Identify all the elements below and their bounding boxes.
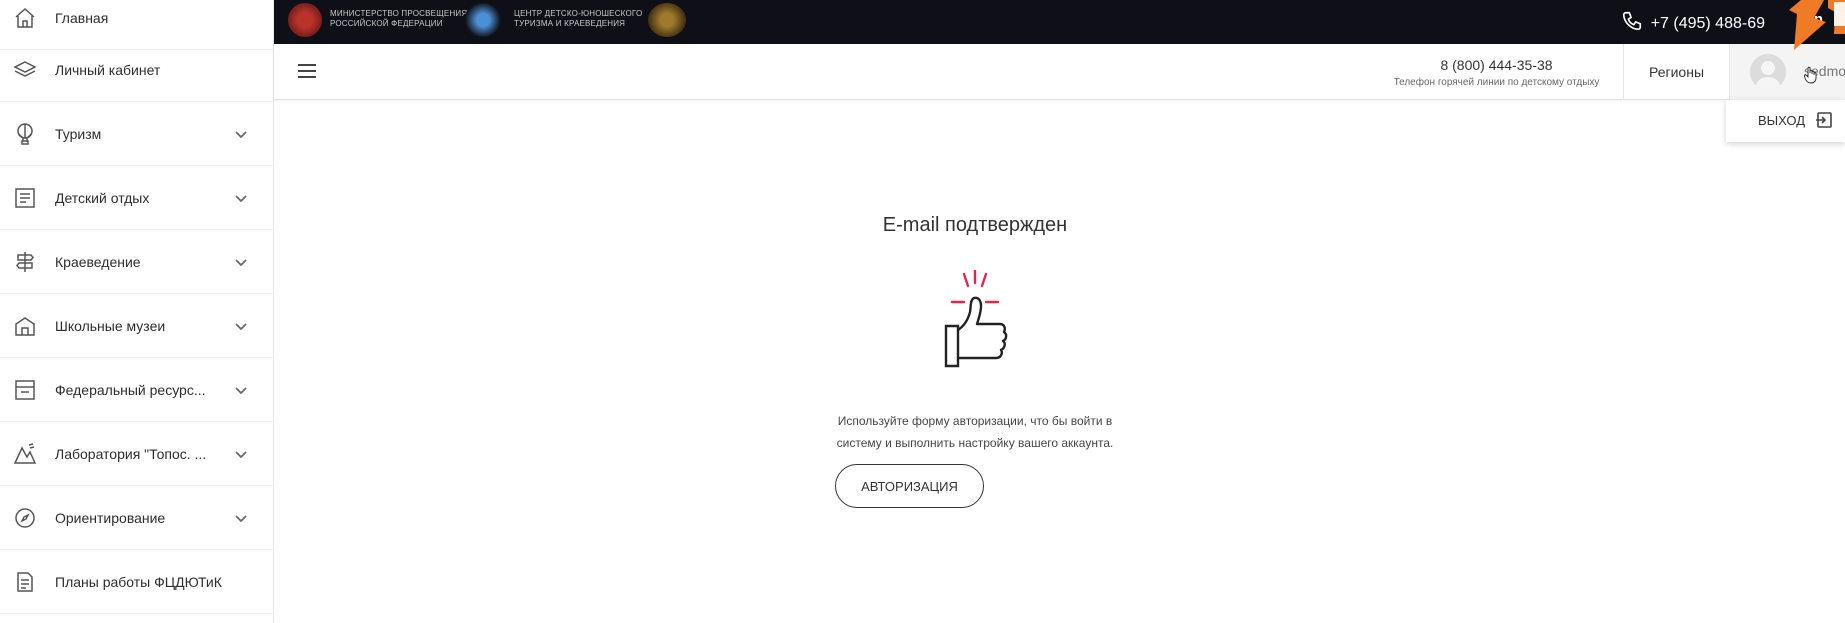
sidebar-item-label: Федеральный ресурс... — [55, 381, 206, 398]
hotline-number[interactable]: 8 (800) 444-35-38 — [1370, 57, 1623, 73]
logout-icon[interactable] — [1815, 111, 1833, 129]
sidebar-item-work-plans[interactable]: Планы работы ФЦДЮТиК — [0, 550, 274, 614]
ministry-logo-text[interactable]: Министерство просвещения Российской Феде… — [330, 9, 467, 29]
sidebar: Главная Личный кабинет Туризм Детский от… — [0, 0, 274, 623]
layers-icon — [13, 58, 37, 82]
sidebar-item-personal-account[interactable]: Личный кабинет — [0, 38, 274, 102]
sidebar-item-children-rest[interactable]: Детский отдых — [0, 166, 274, 230]
sidebar-item-local-history[interactable]: Краеведение — [0, 230, 274, 294]
mountain-icon — [13, 442, 37, 466]
sidebar-item-school-museums[interactable]: Школьные музеи — [0, 294, 274, 358]
user-silhouette-icon — [1755, 61, 1781, 90]
chevron-down-icon[interactable] — [233, 446, 249, 462]
chevron-down-icon[interactable] — [233, 190, 249, 206]
center-line1: Центр детско-юношеского — [514, 9, 643, 18]
hand-cursor-icon — [1804, 66, 1817, 84]
center-logo-text[interactable]: Центр детско-юношеского туризма и краеве… — [514, 9, 642, 29]
page-title: E-mail подтвержден — [882, 214, 1068, 236]
avatar[interactable] — [1750, 54, 1786, 90]
sidebar-item-label: Главная — [55, 9, 109, 26]
sidebar-item-label: Планы работы ФЦДЮТиК — [55, 573, 222, 590]
chevron-down-icon[interactable] — [233, 254, 249, 270]
chevron-down-icon[interactable] — [233, 510, 249, 526]
home-icon — [13, 6, 37, 30]
hot-air-balloon-icon — [13, 122, 37, 146]
top-bar: Министерство просвещения Российской Феде… — [274, 0, 1845, 44]
sidebar-item-label: Туризм — [55, 125, 102, 142]
sidebar-item-label: Личный кабинет — [55, 61, 161, 78]
sidebar-item-label: Школьные музеи — [55, 317, 166, 334]
third-emblem-icon[interactable] — [648, 3, 686, 37]
sidebar-item-label: Краеведение — [55, 253, 141, 270]
sidebar-item-label: Детский отдых — [55, 189, 150, 206]
sidebar-item-topos-lab[interactable]: Лаборатория "Топос. ... — [0, 422, 274, 486]
ministry-emblem-icon[interactable] — [288, 3, 322, 37]
regions-button[interactable]: Регионы — [1624, 44, 1730, 100]
header: 8 (800) 444-35-38 Телефон горячей линии … — [274, 44, 1845, 100]
document-icon — [13, 570, 37, 594]
chevron-down-icon[interactable] — [233, 318, 249, 334]
museum-icon — [13, 314, 37, 338]
hamburger-menu-icon[interactable] — [298, 64, 316, 78]
chevron-down-icon[interactable] — [233, 382, 249, 398]
hotline-description: Телефон горячей линии по детскому отдыху — [1393, 77, 1600, 88]
top-phone[interactable]: +7 (495) 488-69 — [1621, 10, 1765, 37]
auth-hint: Используйте форму авторизации, что бы во… — [780, 410, 1170, 454]
center-emblem-icon[interactable] — [464, 3, 502, 37]
phone-icon — [1621, 10, 1643, 37]
sidebar-item-label: Лаборатория "Топос. ... — [55, 445, 207, 462]
compass-icon — [13, 506, 37, 530]
authorization-button[interactable]: авторизация — [835, 464, 984, 508]
sidebar-item-federal-resource[interactable]: Федеральный ресурс... — [0, 358, 274, 422]
sidebar-item-tourism[interactable]: Туризм — [0, 102, 274, 166]
signpost-icon — [13, 250, 37, 274]
auth-hint-line1: Используйте форму авторизации, что бы во… — [837, 414, 1113, 428]
orange-arrow-icon — [1789, 0, 1845, 50]
hotline: 8 (800) 444-35-38 Телефон горячей линии … — [1370, 44, 1624, 100]
archive-icon — [13, 378, 37, 402]
logout-link[interactable]: выход — [1758, 113, 1805, 128]
building-icon — [13, 186, 37, 210]
chevron-down-icon[interactable] — [233, 126, 249, 142]
user-dropdown: выход — [1726, 100, 1845, 142]
thumbs-up-icon — [934, 268, 1016, 370]
auth-hint-line2: систему и выполнить настройку вашего акк… — [836, 436, 1114, 450]
center-line2: туризма и краеведения — [514, 19, 626, 28]
top-phone-number: +7 (495) 488-69 — [1650, 14, 1765, 32]
ministry-line1: Министерство просвещения — [330, 9, 468, 18]
sidebar-item-orienteering[interactable]: Ориентирование — [0, 486, 274, 550]
sidebar-item-label: Ориентирование — [55, 509, 166, 526]
ministry-line2: Российской Федерации — [330, 19, 443, 28]
